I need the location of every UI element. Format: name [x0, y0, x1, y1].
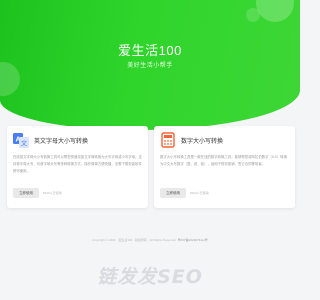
- usage-count: 8204人已使用: [190, 191, 209, 195]
- calculator-icon: [160, 132, 176, 148]
- svg-text:文: 文: [21, 140, 27, 148]
- use-now-button[interactable]: 立即使用: [160, 188, 186, 198]
- tool-card-letter-case[interactable]: A 文 英文字母大小写转换 在线英文字母大小写转换工具可以帮您快速将英文字母转换…: [7, 126, 148, 208]
- translate-letter-icon: A 文: [13, 132, 29, 148]
- hero-banner: 爱生活100 美好生活小帮手: [0, 0, 300, 130]
- copyright-text: Copyright © 2021 · 爱生活100 · 版权所有 · All R…: [92, 238, 176, 242]
- use-now-button[interactable]: 立即使用: [13, 188, 39, 198]
- watermark-text: 链发发SEO: [97, 266, 203, 288]
- decorative-circle: [246, 8, 260, 22]
- site-subtitle: 美好生活小帮手: [127, 63, 173, 69]
- decorative-circle: [256, 0, 294, 22]
- site-title: 爱生活100: [118, 43, 182, 58]
- tool-description: 数字大小写转换工具是一款在线的数字转换工具，能够帮您将阿拉伯数字（0-9）转换为…: [160, 155, 287, 166]
- tool-description: 在线英文字母大小写转换工具可以帮您快速将英文字母转换为大写字母或小写字母，支持首…: [13, 155, 142, 173]
- tool-title: 英文字母大小写转换: [34, 139, 89, 145]
- icp-link[interactable]: 粤ICP备2021074xxx号: [178, 238, 208, 242]
- usage-count: 8425人已使用: [43, 191, 62, 195]
- tool-title: 数字大小写转换: [181, 139, 224, 145]
- tool-card-number-case[interactable]: 数字大小写转换 数字大小写转换工具是一款在线的数字转换工具，能够帮您将阿拉伯数字…: [154, 126, 295, 208]
- footer: Copyright © 2021 · 爱生活100 · 版权所有 · All R…: [0, 238, 300, 242]
